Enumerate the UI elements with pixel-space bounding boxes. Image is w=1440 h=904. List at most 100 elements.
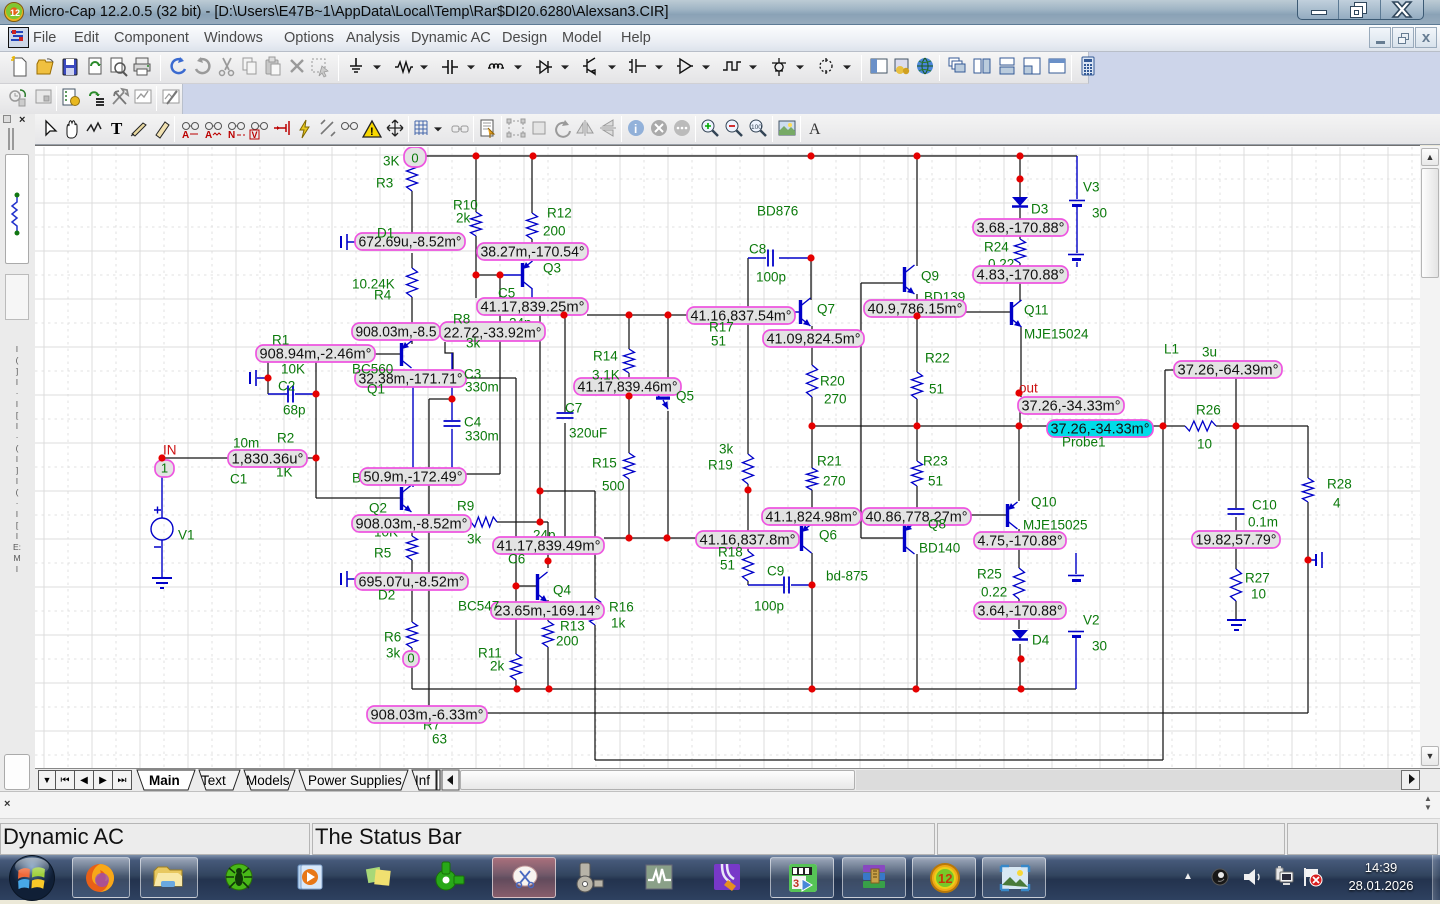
svg-text:Q4: Q4 (553, 583, 572, 598)
svg-text:R6: R6 (384, 630, 401, 645)
svg-text:L1: L1 (1164, 342, 1179, 357)
svg-text:500: 500 (602, 479, 625, 494)
svg-text:270: 270 (824, 392, 847, 407)
svg-text:30: 30 (1092, 639, 1107, 654)
svg-text:Q1: Q1 (367, 382, 385, 397)
svg-text:R28: R28 (1327, 477, 1352, 492)
svg-text:C5: C5 (498, 286, 515, 301)
svg-text:C7: C7 (565, 401, 582, 416)
svg-text:V1: V1 (178, 528, 195, 543)
svg-text:C9: C9 (767, 564, 784, 579)
svg-text:R16: R16 (609, 600, 634, 615)
svg-text:41.16,837.8m°: 41.16,837.8m° (700, 533, 796, 549)
svg-text:0: 0 (407, 651, 414, 666)
svg-text:V2: V2 (1083, 613, 1100, 628)
svg-text:i: i (634, 122, 637, 136)
svg-text:908.03m,-6.33m°: 908.03m,-6.33m° (371, 708, 484, 724)
svg-text:D4: D4 (1032, 633, 1050, 648)
svg-text:41.17,839.25m°: 41.17,839.25m° (481, 300, 585, 316)
svg-text:R15: R15 (592, 456, 617, 471)
svg-text:3.1K: 3.1K (592, 368, 620, 383)
svg-text:bd-875: bd-875 (826, 569, 868, 584)
svg-text:R8: R8 (453, 312, 470, 327)
svg-text:19.82,57.79°: 19.82,57.79° (1196, 533, 1277, 549)
svg-text:R24: R24 (984, 240, 1009, 255)
svg-text:200: 200 (543, 224, 566, 239)
svg-text:A: A (809, 121, 821, 138)
svg-text:R25: R25 (977, 567, 1002, 582)
svg-text:41.1,824.98m°: 41.1,824.98m° (766, 510, 858, 526)
svg-text:R27: R27 (1245, 571, 1270, 586)
svg-text:3k: 3k (466, 336, 481, 351)
svg-text:1,830.36u°: 1,830.36u° (232, 452, 304, 468)
svg-text:10: 10 (1251, 587, 1266, 602)
svg-text:Q9: Q9 (921, 269, 939, 284)
svg-text:908.94m,-2.46m°: 908.94m,-2.46m° (260, 347, 372, 363)
svg-text:A: A (182, 130, 189, 140)
svg-text:330m: 330m (465, 429, 499, 444)
svg-text:10K: 10K (281, 362, 305, 377)
svg-text:C4: C4 (464, 415, 482, 430)
svg-text:R22: R22 (925, 351, 950, 366)
svg-text:4.83,-170.88°: 4.83,-170.88° (977, 268, 1065, 284)
svg-text:IN: IN (163, 443, 177, 458)
svg-text:908.03m,-8.5: 908.03m,-8.5 (356, 325, 437, 341)
svg-text:38.27m,-170.54°: 38.27m,-170.54° (481, 245, 585, 261)
svg-text:D3: D3 (1031, 202, 1048, 217)
svg-text:T: T (111, 119, 123, 138)
svg-text:908.03m,-8.52m°: 908.03m,-8.52m° (356, 517, 468, 533)
svg-text:40.86,778.27m°: 40.86,778.27m° (866, 510, 968, 526)
svg-text:100p: 100p (756, 270, 786, 285)
svg-text:51: 51 (928, 474, 943, 489)
svg-text:12: 12 (938, 871, 952, 886)
svg-text:1k: 1k (611, 616, 626, 631)
svg-text:51: 51 (929, 382, 944, 397)
svg-text:BC547: BC547 (458, 599, 499, 614)
svg-text:N: N (228, 130, 235, 140)
svg-text:R2: R2 (277, 431, 294, 446)
svg-text:Q3: Q3 (543, 261, 561, 276)
svg-text:R21: R21 (817, 454, 842, 469)
svg-text:41.16,837.54m°: 41.16,837.54m° (691, 309, 792, 325)
svg-text:R14: R14 (593, 349, 618, 364)
svg-text:D2: D2 (378, 588, 395, 603)
svg-text:51: 51 (711, 334, 726, 349)
svg-text:C1: C1 (230, 472, 247, 487)
svg-text:3k: 3k (719, 442, 734, 457)
svg-text:200: 200 (556, 634, 579, 649)
svg-text:Models: Models (246, 773, 290, 788)
svg-text:68p: 68p (283, 403, 306, 418)
svg-text:2k: 2k (490, 659, 505, 674)
svg-text:22.72,-33.92m°: 22.72,-33.92m° (444, 326, 542, 342)
svg-text:Power Supplies: Power Supplies (308, 773, 402, 788)
svg-text:41.09,824.5m°: 41.09,824.5m° (767, 332, 861, 348)
svg-text:BD876: BD876 (757, 204, 798, 219)
svg-text:100p: 100p (754, 599, 784, 614)
svg-text:695.07u,-8.52m°: 695.07u,-8.52m° (359, 575, 465, 591)
svg-text:R4: R4 (374, 288, 392, 303)
svg-text:Text: Text (201, 773, 226, 788)
svg-text:50.9m,-172.49°: 50.9m,-172.49° (364, 470, 463, 486)
svg-text:4.75,-170.88°: 4.75,-170.88° (978, 534, 1063, 550)
svg-text:Q2: Q2 (369, 501, 387, 516)
svg-text:V3: V3 (1083, 180, 1100, 195)
svg-text:Q11: Q11 (1024, 303, 1049, 318)
svg-text:BD140: BD140 (919, 541, 960, 556)
svg-text:0.22: 0.22 (981, 585, 1007, 600)
svg-text:MJE15025: MJE15025 (1023, 518, 1088, 533)
svg-text:Inf: Inf (415, 773, 430, 788)
svg-text:Q8: Q8 (928, 517, 946, 532)
svg-text:37.26,-34.33m°: 37.26,-34.33m° (1022, 399, 1121, 415)
svg-text:0: 0 (411, 151, 418, 166)
svg-text:R20: R20 (820, 374, 845, 389)
svg-text:Q5: Q5 (676, 389, 694, 404)
svg-text:V: V (252, 130, 258, 140)
svg-text:R13: R13 (560, 619, 585, 634)
svg-text:320uF: 320uF (569, 426, 607, 441)
svg-text:10m: 10m (233, 436, 259, 451)
svg-text:1: 1 (161, 461, 168, 476)
svg-text:51: 51 (720, 558, 735, 573)
svg-text:30: 30 (1092, 206, 1107, 221)
svg-text:23.65m,-169.14°: 23.65m,-169.14° (495, 604, 601, 620)
svg-text:R17: R17 (709, 320, 734, 335)
